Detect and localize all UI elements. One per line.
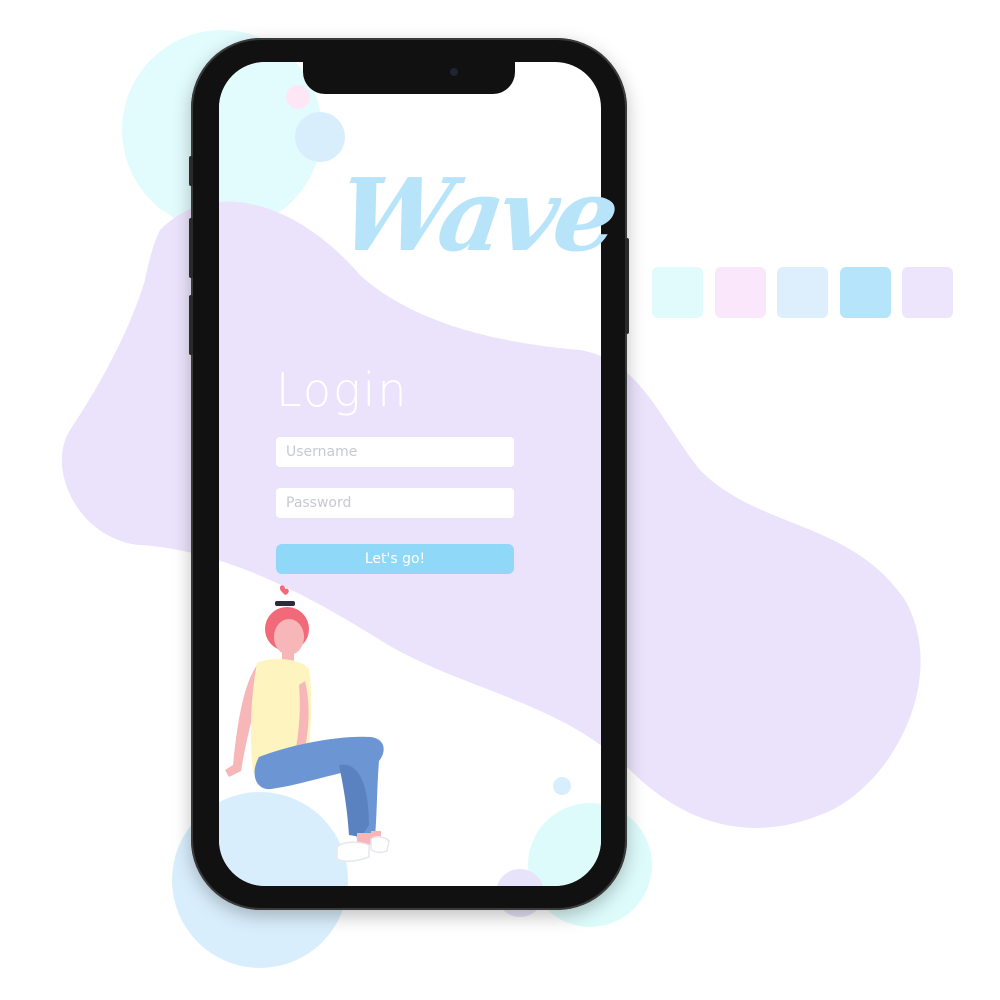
sitting-woman-illustration [225, 585, 390, 862]
screen-circle-cyan-bottom [528, 803, 601, 886]
screen-circle-blue-small [295, 112, 345, 162]
swatch-cyan [652, 267, 703, 318]
app-logo: Wave [331, 156, 623, 274]
screen-circle-pink-small [286, 85, 310, 109]
swatch-blue [840, 267, 891, 318]
phone-silent-switch [189, 156, 193, 186]
username-input[interactable] [276, 437, 514, 467]
front-camera [450, 68, 458, 76]
phone-volume-up [189, 218, 193, 278]
phone-volume-down [189, 295, 193, 355]
mockup-stage: Wave Login Let's go! [0, 0, 1000, 1000]
swatch-lavender [902, 267, 953, 318]
color-palette [652, 267, 954, 318]
swatch-pink [715, 267, 766, 318]
phone-notch [303, 60, 515, 94]
login-submit-button[interactable]: Let's go! [276, 544, 514, 574]
password-input[interactable] [276, 488, 514, 518]
screen-circle-blue-dot [553, 777, 571, 795]
login-title: Login [276, 363, 409, 417]
swatch-light-blue [777, 267, 828, 318]
phone-power-button [625, 238, 629, 334]
